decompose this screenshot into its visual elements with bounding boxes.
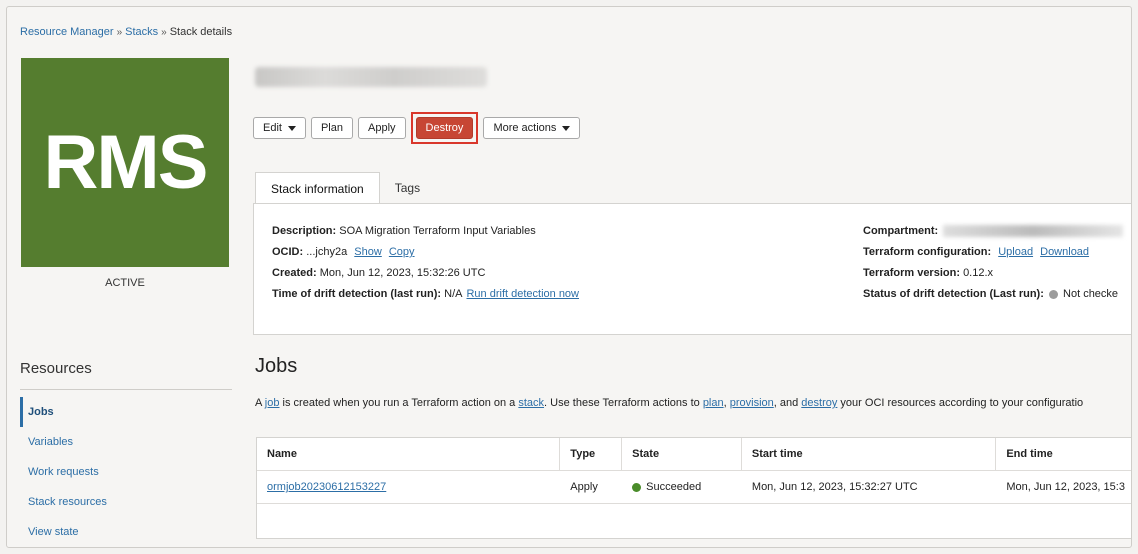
description-row: Description: SOA Migration Terraform Inp… (272, 225, 579, 246)
column-header-end-time[interactable]: End time (996, 438, 1131, 470)
ocid-copy-link[interactable]: Copy (389, 246, 415, 258)
tab-tags[interactable]: Tags (380, 172, 435, 204)
plan-button[interactable]: Plan (310, 117, 353, 139)
drift-row: Time of drift detection (last run): N/A R… (272, 288, 579, 309)
breadcrumb-resource-manager[interactable]: Resource Manager (20, 26, 114, 38)
more-actions-label: More actions (493, 122, 557, 134)
created-value: Mon, Jun 12, 2023, 15:32:26 UTC (319, 267, 486, 279)
tab-bar: Stack information Tags (255, 172, 435, 204)
stack-title-redacted (255, 67, 487, 87)
chevron-down-icon (562, 125, 571, 131)
drift-status-label: Status of drift detection (Last run): (863, 288, 1044, 300)
created-label: Created: (272, 267, 317, 279)
apply-button[interactable]: Apply (358, 117, 406, 139)
breadcrumb-separator: » (116, 27, 123, 38)
tfconfig-label: Terraform configuration: (863, 246, 992, 258)
ocid-row: OCID: ...jchy2a Show Copy (272, 246, 579, 267)
compartment-row: Compartment: (863, 225, 1124, 246)
compartment-label: Compartment: (863, 225, 939, 237)
breadcrumb-current: Stack details (169, 26, 233, 38)
breadcrumb: Resource Manager» Stacks» Stack details (20, 26, 232, 38)
info-left-column: Description: SOA Migration Terraform Inp… (272, 225, 579, 309)
action-bar: Edit Plan Apply Destroy More actions (253, 112, 581, 144)
jobs-title: Jobs (255, 355, 298, 377)
tfversion-row: Terraform version: 0.12.x (863, 267, 1123, 288)
resources-item-variables[interactable]: Variables (20, 427, 107, 457)
jobs-desc-text: , and (773, 397, 802, 409)
breadcrumb-separator: » (161, 27, 167, 38)
tfconfig-row: Terraform configuration: Upload Download (863, 246, 1123, 267)
resources-item-work-requests[interactable]: Work requests (20, 457, 107, 487)
job-name-cell: ormjob20230612153227 (257, 481, 560, 493)
job-name-link[interactable]: ormjob20230612153227 (267, 481, 386, 493)
info-right-column: Compartment: Terraform configuration: Up… (863, 225, 1124, 309)
resources-title: Resources (20, 360, 92, 377)
breadcrumb-stacks[interactable]: Stacks (125, 26, 158, 38)
edit-label: Edit (263, 122, 282, 134)
column-header-name[interactable]: Name (257, 438, 561, 470)
job-end-cell: Mon, Jun 12, 2023, 15:3 (1006, 481, 1125, 493)
resources-divider (20, 389, 232, 390)
resources-item-jobs[interactable]: Jobs (20, 397, 107, 427)
tfversion-value: 0.12.x (963, 267, 994, 279)
ocid-value: ...jchy2a (306, 246, 348, 258)
status-dot-icon (1048, 289, 1058, 299)
stack-status: ACTIVE (105, 277, 145, 289)
run-drift-detection-link[interactable]: Run drift detection now (466, 288, 579, 300)
column-header-start-time[interactable]: Start time (742, 438, 997, 470)
stack-link[interactable]: stack (518, 397, 544, 409)
jobs-desc-text: your OCI resources according to your con… (837, 397, 1084, 409)
job-start-cell: Mon, Jun 12, 2023, 15:32:27 UTC (751, 481, 918, 493)
success-dot-icon (632, 482, 642, 492)
drift-value: N/A (444, 288, 463, 300)
column-header-type[interactable]: Type (560, 438, 623, 470)
table-row: ormjob20230612153227 Apply Succeeded Mon… (257, 471, 1131, 504)
resources-nav: Jobs Variables Work requests Stack resou… (20, 397, 107, 547)
resources-item-view-state[interactable]: View state (20, 517, 107, 547)
ocid-label: OCID: (272, 246, 304, 258)
jobs-description: A job is created when you run a Terrafor… (255, 397, 1083, 409)
stack-info-panel: Description: SOA Migration Terraform Inp… (253, 203, 1131, 335)
tab-stack-information[interactable]: Stack information (255, 172, 380, 204)
job-state-value: Succeeded (646, 481, 702, 493)
jobs-desc-text: is created when you run a Terraform acti… (279, 397, 519, 409)
plan-link[interactable]: plan (703, 397, 724, 409)
edit-button[interactable]: Edit (253, 117, 306, 139)
more-actions-button[interactable]: More actions (483, 117, 581, 139)
stack-logo-text: RMS (43, 120, 209, 205)
download-link[interactable]: Download (1040, 246, 1089, 258)
jobs-table: Name Type State Start time End time ormj… (256, 437, 1131, 539)
upload-link[interactable]: Upload (998, 246, 1033, 258)
chevron-down-icon (287, 125, 296, 131)
ocid-show-link[interactable]: Show (354, 246, 382, 258)
jobs-desc-text: . Use these Terraform actions to (544, 397, 703, 409)
created-row: Created: Mon, Jun 12, 2023, 15:32:26 UTC (272, 267, 579, 288)
resources-item-stack-resources[interactable]: Stack resources (20, 487, 107, 517)
compartment-value-redacted (943, 225, 1124, 238)
page-frame: Resource Manager» Stacks» Stack details RM… (6, 6, 1132, 548)
column-header-state[interactable]: State (622, 438, 742, 470)
drift-status-row: Status of drift detection (Last run): No… (863, 288, 1123, 309)
description-value: SOA Migration Terraform Input Variables (339, 225, 536, 237)
destroy-highlight: Destroy (410, 112, 479, 144)
drift-status-value: Not checke (1063, 288, 1119, 300)
description-label: Description: (272, 225, 337, 237)
stack-logo: RMS (21, 58, 229, 267)
job-link[interactable]: job (265, 397, 280, 409)
destroy-button[interactable]: Destroy (415, 117, 474, 139)
job-type-cell: Apply (570, 481, 598, 493)
job-state-cell: Succeeded (622, 481, 742, 493)
destroy-link[interactable]: destroy (801, 397, 837, 409)
jobs-desc-text: A (255, 397, 265, 409)
tfversion-label: Terraform version: (863, 267, 960, 279)
table-header: Name Type State Start time End time (257, 438, 1131, 471)
provision-link[interactable]: provision (730, 397, 774, 409)
drift-label: Time of drift detection (last run): (272, 288, 442, 300)
